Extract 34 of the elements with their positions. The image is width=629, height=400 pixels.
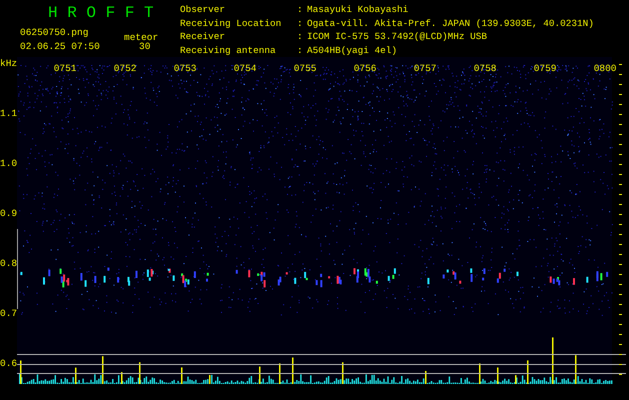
time-label: 0754 <box>232 62 258 76</box>
info-label: Receiving Location <box>180 16 282 30</box>
counter-label: meteor <box>123 31 160 40</box>
time-label: 0752 <box>112 62 138 76</box>
info-separator: : <box>297 3 304 16</box>
time-label: 0755 <box>292 62 318 76</box>
date-time: 02.06.25 07:50 <box>20 40 101 54</box>
info-value: Ogata-vill. Akita-Pref. JAPAN (139.9303E, 40.0231N) <box>307 16 594 30</box>
info-separator: : <box>297 16 304 30</box>
axis-label: 0.9 <box>0 207 18 221</box>
info-value: Masayuki Kobayashi <box>307 3 410 16</box>
time-label: 0753 <box>172 62 198 76</box>
time-label: 0758 <box>472 62 498 76</box>
axis-unit: kHz <box>0 57 18 71</box>
file-name: 06250750.png <box>20 26 90 40</box>
axis-label: 0.6 <box>0 357 18 371</box>
axis-label: 0.7 <box>0 307 18 321</box>
time-label: 0751 <box>52 62 78 76</box>
info-label: Receiver <box>180 30 226 44</box>
axis-label: 1.1 <box>0 107 18 121</box>
info-label: Observer <box>180 3 226 16</box>
info-label: Receiving antenna <box>180 44 277 57</box>
axis-label: 1.0 <box>0 157 18 171</box>
time-label: 0756 <box>352 62 378 76</box>
time-label: 0800 <box>592 62 618 76</box>
info-separator: : <box>297 44 304 57</box>
time-label: 0759 <box>532 62 558 76</box>
info-value: ICOM IC-575 53.7492(@LCD)MHz USB <box>307 30 488 44</box>
axis-label: 0.8 <box>0 257 18 271</box>
info-separator: : <box>297 30 304 44</box>
app-title: H R O F F T <box>47 4 155 24</box>
counter-value: 30 <box>138 40 152 54</box>
time-label: 0757 <box>412 62 438 76</box>
info-value: A504HB(yagi 4el) <box>307 44 398 57</box>
